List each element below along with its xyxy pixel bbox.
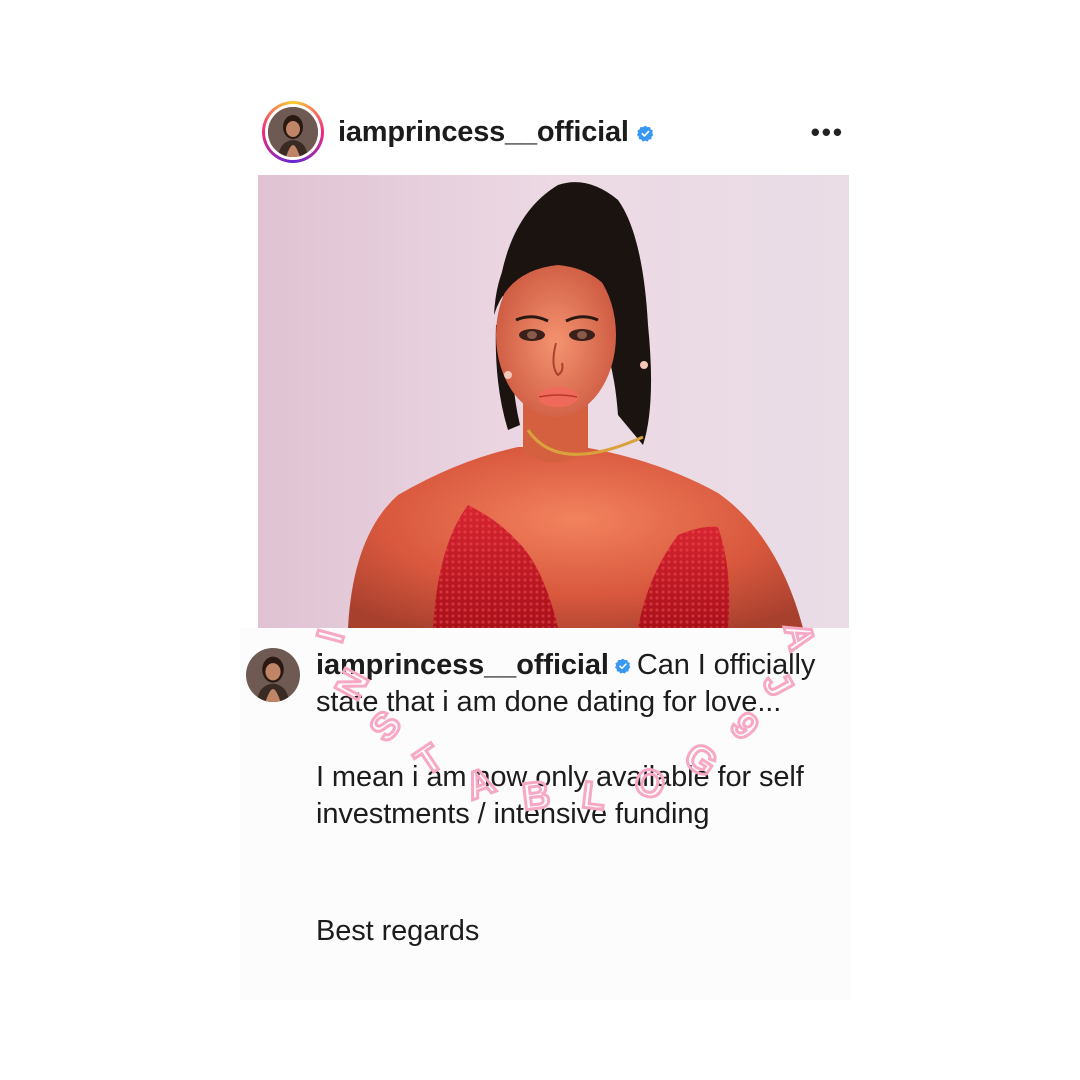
caption-username[interactable]: iamprincess__official: [316, 649, 609, 681]
verified-badge-icon: [636, 125, 654, 142]
profile-avatar[interactable]: [262, 101, 324, 163]
caption-first-paragraph: iamprincess__official Can I officially st…: [316, 647, 846, 721]
post-photo[interactable]: [258, 175, 849, 628]
verified-badge-icon: [614, 658, 631, 674]
post-header: iamprincess__official •••: [262, 100, 852, 164]
caption-text-line3: Best regards: [316, 915, 480, 947]
more-options-icon[interactable]: •••: [811, 119, 844, 145]
caption-avatar[interactable]: [246, 648, 300, 702]
post-username[interactable]: iamprincess__official: [338, 116, 629, 149]
instagram-post-screenshot: iamprincess__official ••• iamprincess__o…: [0, 0, 1080, 1080]
caption-text-line2: I mean i am now only available for self …: [316, 761, 804, 830]
avatar-image: [268, 107, 318, 157]
portrait-photo: [258, 175, 849, 628]
post-caption: iamprincess__official Can I officially st…: [316, 647, 846, 950]
